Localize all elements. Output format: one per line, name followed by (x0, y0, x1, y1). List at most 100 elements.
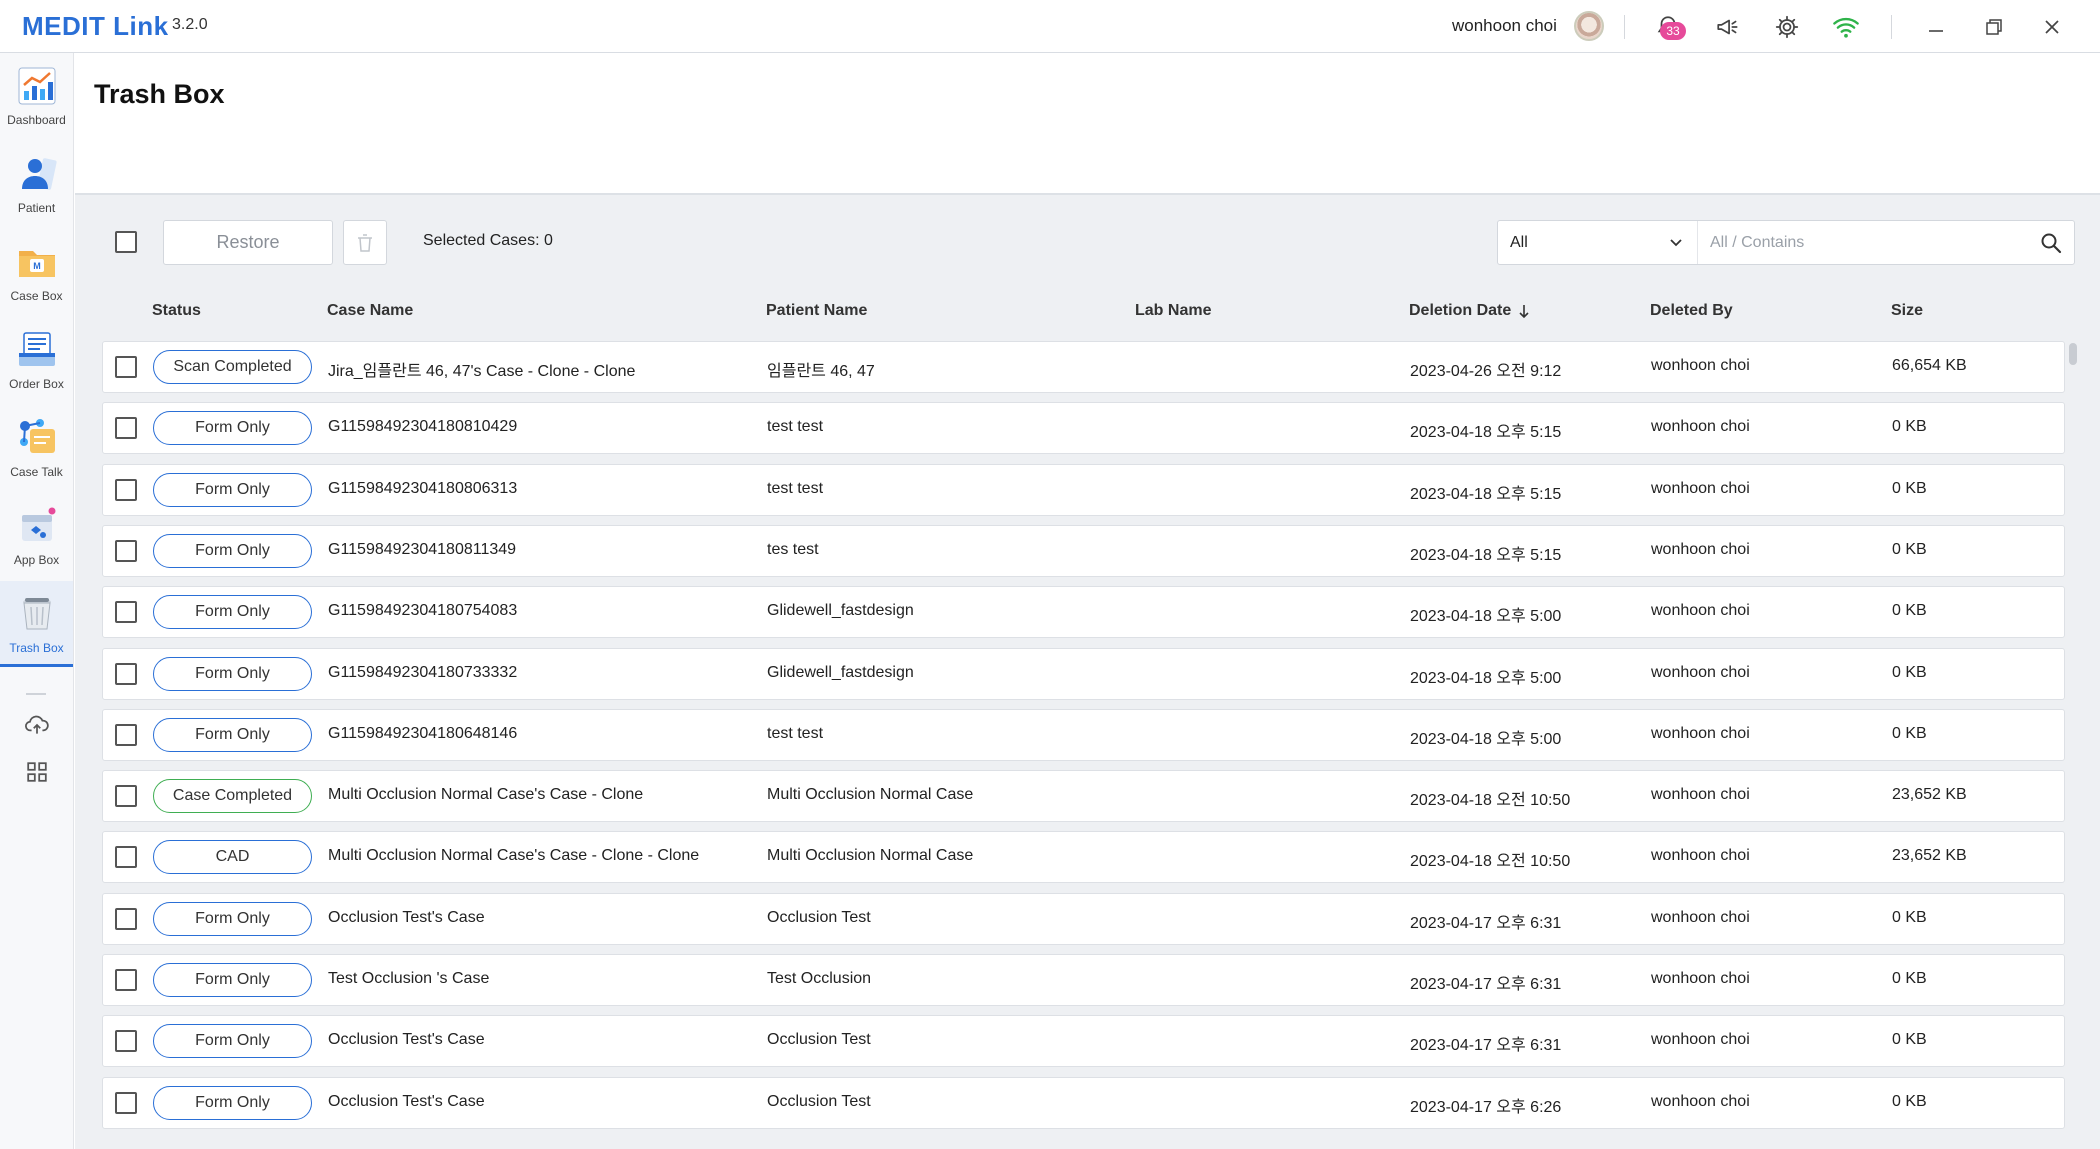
sidebar-item-patient[interactable]: Patient (0, 141, 73, 227)
scroll-thumb[interactable] (2069, 343, 2077, 365)
table-row[interactable]: Form Only Test Occlusion 's Case Test Occl… (102, 954, 2065, 1006)
deletion-date-cell: 2023-04-18 오후 5:15 (1410, 547, 1562, 564)
row-checkbox[interactable] (115, 1030, 137, 1052)
row-checkbox[interactable] (115, 1092, 137, 1114)
search-icon[interactable] (2038, 230, 2064, 256)
row-checkbox[interactable] (115, 846, 137, 868)
minimize-icon[interactable] (1920, 11, 1952, 43)
case-name-cell: G11598492304180811349 (328, 541, 517, 558)
table-row[interactable]: Form Only G11598492304180648146 test test 2… (102, 709, 2065, 761)
svg-text:M: M (33, 261, 41, 271)
table-row[interactable]: Form Only G11598492304180811349 tes test 20… (102, 525, 2065, 577)
patient-name-cell: test test (767, 418, 824, 435)
column-header-size[interactable]: Size (1891, 302, 1923, 320)
restore-window-icon[interactable] (1978, 11, 2010, 43)
sidebar-item-label: Dashboard (7, 113, 66, 127)
case-name-cell: G11598492304180754083 (328, 602, 518, 619)
search-box: All (1497, 220, 2075, 265)
sidebar-item-case-talk[interactable]: Case Talk (0, 405, 73, 491)
row-checkbox[interactable] (115, 969, 137, 991)
table-row[interactable]: CAD Multi Occlusion Normal Case's Case - … (102, 831, 2065, 883)
deleted-by-cell: wonhoon choi (1651, 725, 1750, 742)
table-row[interactable]: Form Only Occlusion Test's Case Occlusion … (102, 1015, 2065, 1067)
table-row[interactable]: Form Only G11598492304180806313 test test 2… (102, 464, 2065, 516)
patient-name-cell: Glidewell_fastdesign (767, 664, 914, 681)
column-header-label: Deletion Date (1409, 302, 1512, 319)
size-cell: 0 KB (1892, 602, 1927, 619)
delete-button[interactable] (343, 220, 387, 265)
table-row[interactable]: Scan Completed Jira_임플란트 46, 47's Case - … (102, 341, 2065, 393)
gear-icon[interactable] (1771, 11, 1803, 43)
status-badge: Form Only (153, 657, 312, 691)
table-row[interactable]: Form Only G11598492304180754083 Glidewell_… (102, 586, 2065, 638)
deletion-date-cell: 2023-04-26 오전 9:12 (1410, 363, 1562, 380)
avatar[interactable] (1574, 11, 1604, 41)
column-header-patient-name[interactable]: Patient Name (766, 302, 867, 320)
size-cell: 0 KB (1892, 418, 1927, 435)
sidebar: Dashboard Patient M Case Box Order Box C… (0, 53, 74, 1149)
sidebar-item-order-box[interactable]: Order Box (0, 317, 73, 403)
scrollbar[interactable] (2067, 341, 2077, 1149)
restore-button[interactable]: Restore (163, 220, 333, 265)
select-all-checkbox[interactable] (115, 231, 137, 253)
trash-box-icon (14, 591, 60, 637)
table-row[interactable]: Form Only Occlusion Test's Case Occlusion … (102, 1077, 2065, 1129)
row-checkbox[interactable] (115, 417, 137, 439)
row-checkbox[interactable] (115, 785, 137, 807)
column-header-status[interactable]: Status (152, 302, 201, 320)
table-row[interactable]: Case Completed Multi Occlusion Normal Cas… (102, 770, 2065, 822)
case-name-cell: Occlusion Test's Case (328, 1031, 485, 1048)
deletion-date-cell: 2023-04-18 오전 10:50 (1410, 853, 1571, 870)
row-checkbox[interactable] (115, 356, 137, 378)
app-box-icon (14, 503, 60, 549)
patient-person-icon (14, 151, 60, 197)
row-checkbox[interactable] (115, 601, 137, 623)
sidebar-item-case-box[interactable]: M Case Box (0, 229, 73, 315)
patient-name-cell: Occlusion Test (767, 1031, 871, 1048)
size-cell: 0 KB (1892, 664, 1927, 681)
row-checkbox[interactable] (115, 479, 137, 501)
case-talk-share-icon (14, 415, 60, 461)
close-icon[interactable] (2036, 11, 2068, 43)
deletion-date-cell: 2023-04-17 오후 6:31 (1410, 1037, 1562, 1054)
column-header-deletion-date[interactable]: Deletion Date (1409, 302, 1531, 320)
table-row[interactable]: Form Only G11598492304180733332 Glidewell_… (102, 648, 2065, 700)
row-checkbox[interactable] (115, 663, 137, 685)
case-name-cell: Test Occlusion 's Case (328, 970, 490, 987)
trash-icon (358, 233, 372, 252)
grid-apps-icon[interactable] (22, 757, 52, 787)
cloud-upload-icon[interactable] (22, 710, 52, 740)
column-header-case-name[interactable]: Case Name (327, 302, 413, 320)
status-badge: Case Completed (153, 779, 312, 813)
status-badge: Scan Completed (153, 350, 312, 384)
search-filter-select[interactable]: All (1498, 221, 1698, 264)
deletion-date-cell: 2023-04-18 오후 5:00 (1410, 670, 1562, 687)
patient-name-cell: Multi Occlusion Normal Case (767, 786, 974, 803)
column-header-lab-name[interactable]: Lab Name (1135, 302, 1211, 320)
sidebar-item-dashboard[interactable]: Dashboard (0, 53, 73, 139)
deleted-by-cell: wonhoon choi (1651, 909, 1750, 926)
size-cell: 66,654 KB (1892, 357, 1967, 374)
megaphone-icon[interactable] (1712, 11, 1744, 43)
search-input[interactable] (1698, 221, 2018, 264)
deleted-by-cell: wonhoon choi (1651, 664, 1750, 681)
patient-name-cell: Glidewell_fastdesign (767, 602, 914, 619)
deletion-date-cell: 2023-04-18 오후 5:00 (1410, 731, 1562, 748)
row-checkbox[interactable] (115, 908, 137, 930)
user-name[interactable]: wonhoon choi (1452, 16, 1557, 36)
status-badge: CAD (153, 840, 312, 874)
row-checkbox[interactable] (115, 724, 137, 746)
sidebar-item-app-box[interactable]: App Box (0, 493, 73, 579)
table-row[interactable]: Form Only G11598492304180810429 test test 2… (102, 402, 2065, 454)
deletion-date-cell: 2023-04-17 오후 6:31 (1410, 915, 1562, 932)
case-box-folder-icon: M (14, 239, 60, 285)
deleted-by-cell: wonhoon choi (1651, 418, 1750, 435)
sidebar-item-trash-box[interactable]: Trash Box (0, 581, 73, 667)
app-logo: MEDIT Link (22, 11, 169, 41)
row-checkbox[interactable] (115, 540, 137, 562)
deleted-by-cell: wonhoon choi (1651, 541, 1750, 558)
deleted-by-cell: wonhoon choi (1651, 1031, 1750, 1048)
column-header-deleted-by[interactable]: Deleted By (1650, 302, 1733, 320)
table-row[interactable]: Form Only Occlusion Test's Case Occlusion … (102, 893, 2065, 945)
sidebar-item-label: Patient (17, 201, 56, 215)
